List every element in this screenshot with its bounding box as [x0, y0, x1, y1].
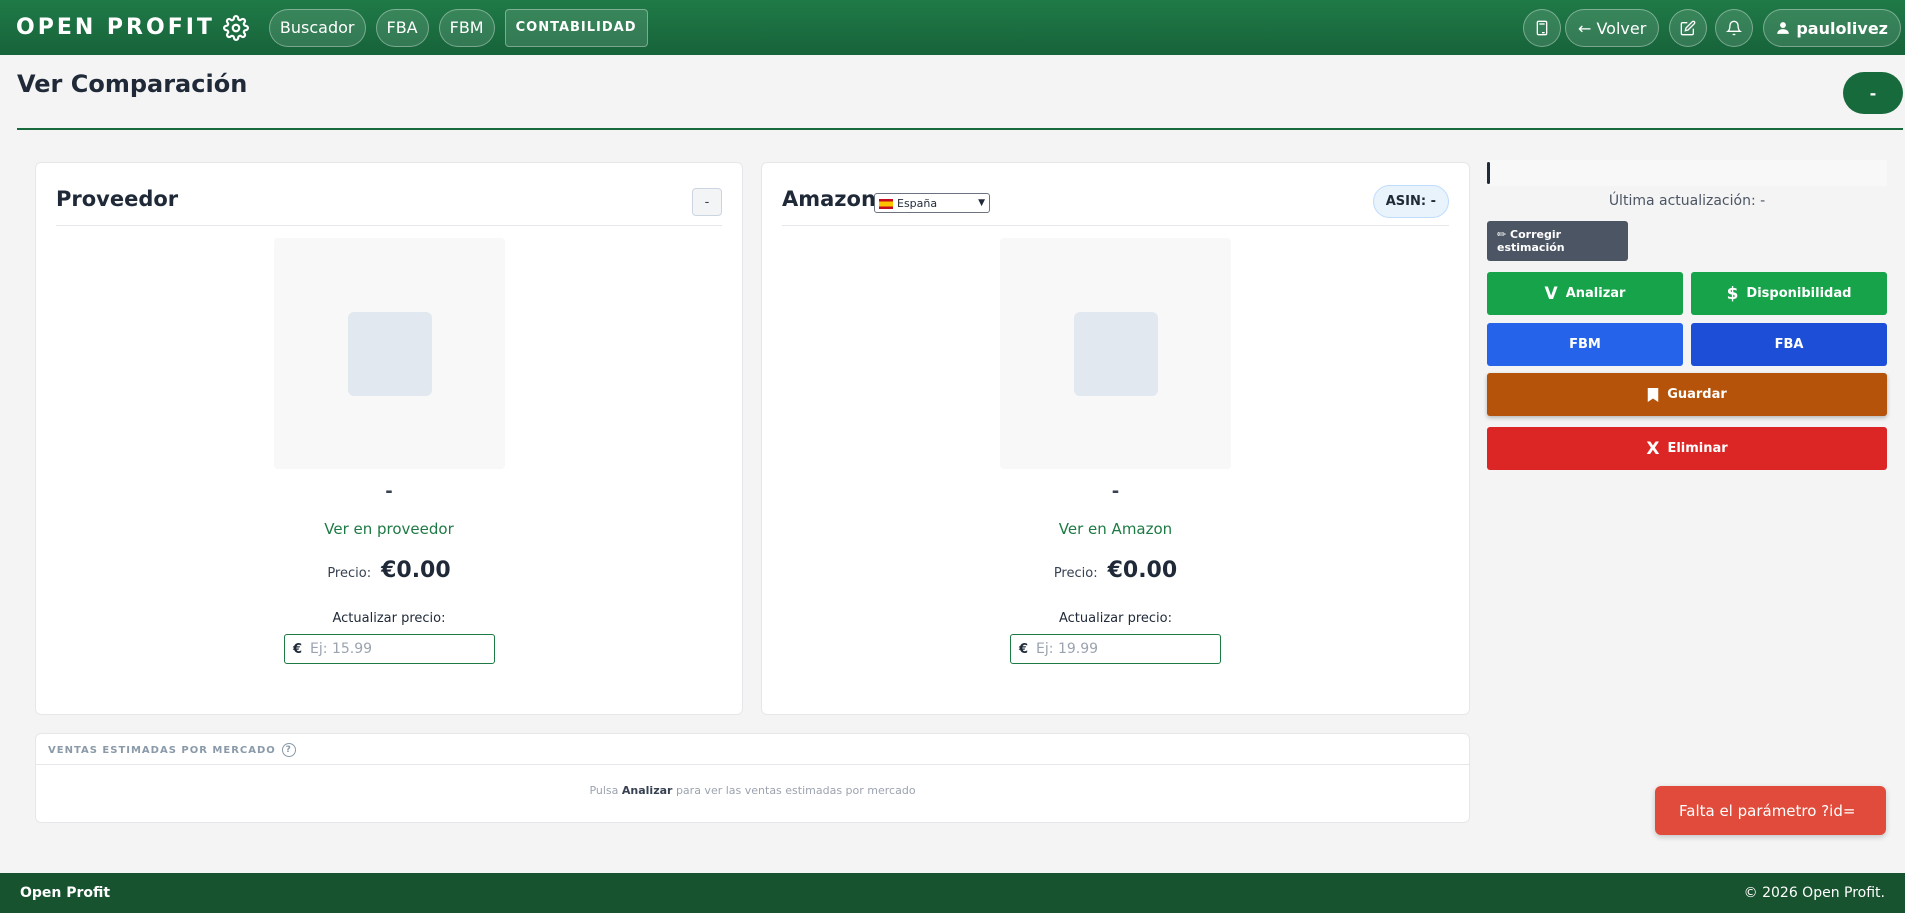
bell-icon: [1726, 20, 1743, 36]
spain-flag-icon: [879, 198, 893, 209]
country-selected: España: [879, 197, 937, 210]
top-navbar: OPEN PROFIT Buscador FBA FBM CONTABILIDA…: [0, 0, 1905, 55]
fba-button[interactable]: FBA: [1691, 323, 1887, 366]
amazon-image-placeholder: [1000, 238, 1231, 469]
brand-text: OPEN PROFIT: [16, 15, 215, 40]
nav-fbm[interactable]: FBM: [438, 8, 495, 47]
ver-en-proveedor-link[interactable]: Ver en proveedor: [324, 520, 454, 538]
price-label: Precio:: [1053, 566, 1098, 581]
card-divider: [56, 225, 722, 226]
chevron-down-icon: ▼: [978, 198, 985, 208]
proveedor-price-field[interactable]: €: [284, 634, 495, 664]
proveedor-card: Proveedor - - Ver en proveedor Precio: €…: [35, 162, 743, 715]
proveedor-options-button[interactable]: -: [692, 188, 722, 216]
euro-icon: €: [293, 641, 303, 657]
gear-icon[interactable]: [222, 14, 249, 41]
amazon-price-value: €0.00: [1107, 558, 1178, 583]
bookmark-icon: [1647, 387, 1659, 402]
last-update-text: Última actualización: -: [1608, 193, 1766, 209]
update-price-label: Actualizar precio:: [1058, 611, 1172, 626]
nav-buscador[interactable]: Buscador: [268, 8, 366, 47]
proveedor-price-row: Precio: €0.00: [36, 558, 742, 583]
error-toast[interactable]: Falta el parámetro ?id=: [1655, 786, 1886, 835]
calculator-icon: [1536, 20, 1548, 36]
footer: Open Profit © 2026 Open Profit.: [0, 873, 1905, 913]
amazon-link: Ver en Amazon: [762, 520, 1469, 538]
help-icon[interactable]: ?: [281, 743, 296, 757]
back-button[interactable]: ← Volver: [1564, 9, 1660, 47]
analizar-button[interactable]: V Analizar: [1487, 272, 1683, 315]
ventas-card: VENTAS ESTIMADAS POR MERCADO ? Pulsa Ana…: [35, 733, 1470, 823]
price-label: Precio:: [327, 566, 372, 581]
header-divider: [17, 128, 1903, 130]
dollar-icon: $: [1726, 283, 1739, 304]
amazon-card: Amazon España ▼ ASIN: - - Ver en Amazon …: [761, 162, 1470, 715]
fbm-button[interactable]: FBM: [1487, 323, 1683, 366]
calculator-button[interactable]: [1522, 9, 1561, 47]
user-icon: [1777, 22, 1790, 34]
footer-brand: Open Profit: [20, 885, 111, 901]
image-icon: [348, 312, 432, 396]
footer-copyright: © 2026 Open Profit.: [1743, 885, 1885, 901]
header-action-button[interactable]: -: [1843, 72, 1903, 114]
proveedor-image-placeholder: [274, 238, 505, 469]
proveedor-price-input[interactable]: [310, 641, 481, 657]
ventas-divider: [36, 764, 1469, 765]
disponibilidad-button[interactable]: $ Disponibilidad: [1691, 272, 1887, 315]
image-icon: [1074, 312, 1158, 396]
user-menu-button[interactable]: paulolivez: [1763, 9, 1901, 47]
amazon-title: Amazon: [782, 187, 876, 211]
euro-icon: €: [1019, 641, 1029, 657]
panel-accent: [1487, 162, 1490, 184]
country-select[interactable]: España ▼: [874, 193, 990, 213]
card-divider: [782, 225, 1449, 226]
nav-contabilidad[interactable]: CONTABILIDAD: [504, 8, 648, 47]
amazon-product-name: -: [1111, 481, 1120, 502]
panel-header-bar: [1487, 160, 1887, 186]
proveedor-product-name: -: [385, 481, 393, 502]
proveedor-price-value: €0.00: [381, 558, 451, 583]
amazon-price-row: Precio: €0.00: [762, 558, 1469, 583]
brand-logo[interactable]: OPEN PROFIT: [16, 14, 249, 41]
check-icon: V: [1544, 283, 1558, 304]
navbar-actions: ← Volver paulolivez: [1522, 9, 1901, 47]
guardar-button[interactable]: Guardar: [1487, 373, 1887, 416]
notifications-button[interactable]: [1715, 9, 1754, 47]
ver-en-amazon-link[interactable]: Ver en Amazon: [1059, 520, 1172, 538]
ventas-title: VENTAS ESTIMADAS POR MERCADO ?: [48, 743, 296, 757]
page-title: Ver Comparación: [17, 70, 248, 98]
user-name: paulolivez: [1796, 18, 1888, 38]
ventas-empty-message: Pulsa Analizar para ver las ventas estim…: [589, 784, 916, 797]
nav-fba[interactable]: FBA: [375, 8, 429, 47]
asin-badge: ASIN: -: [1372, 185, 1449, 218]
corregir-estimacion-button[interactable]: ✏ Corregir estimación: [1487, 221, 1628, 261]
proveedor-title: Proveedor: [56, 187, 179, 211]
amazon-price-input[interactable]: [1036, 641, 1207, 657]
eliminar-button[interactable]: X Eliminar: [1487, 427, 1887, 470]
proveedor-link: Ver en proveedor: [36, 520, 742, 538]
update-price-label: Actualizar precio:: [332, 611, 446, 626]
edit-button[interactable]: [1669, 9, 1708, 47]
edit-icon: [1680, 20, 1696, 36]
amazon-price-field[interactable]: €: [1010, 634, 1221, 664]
close-icon: X: [1646, 438, 1660, 459]
